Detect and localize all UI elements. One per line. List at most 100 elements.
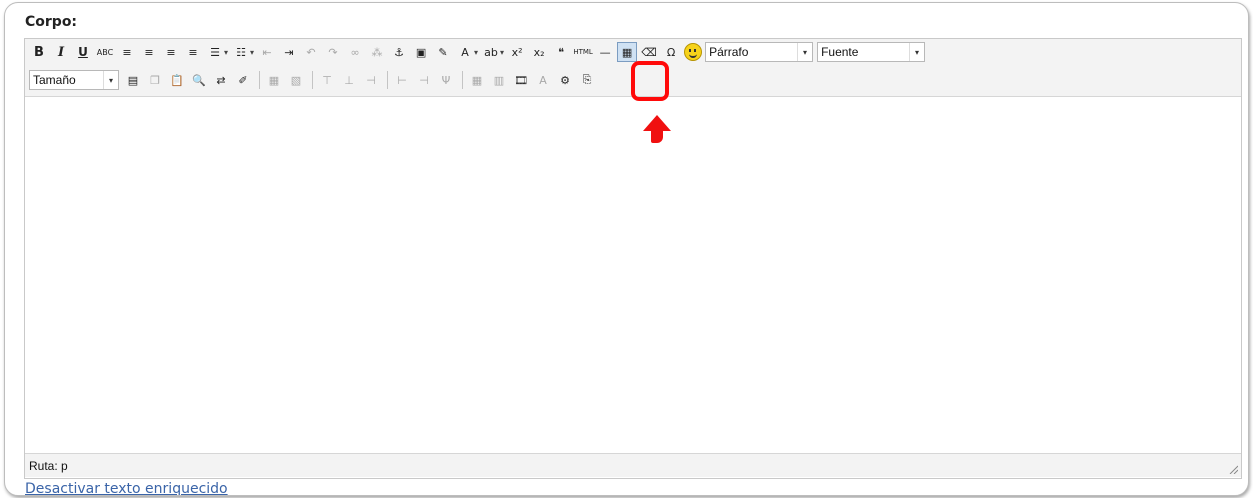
bullet-list-icon: ☰ (210, 45, 220, 59)
align-center-icon: ≡ (144, 45, 154, 59)
align-left-button[interactable]: ≡ (117, 42, 137, 62)
italic-button[interactable]: I (51, 42, 71, 62)
align-right-icon: ≡ (166, 45, 176, 59)
delete-col-icon: Ψ (441, 73, 451, 87)
font-style-button[interactable]: A (533, 70, 553, 90)
outdent-button[interactable]: ⇤ (257, 42, 277, 62)
bold-icon: B (34, 44, 44, 60)
toolbar-separator (387, 71, 388, 89)
align-right-button[interactable]: ≡ (161, 42, 181, 62)
blockquote-button[interactable]: ❝ (551, 42, 571, 62)
find-icon: 🔍 (192, 73, 206, 87)
disable-rich-text-link[interactable]: Desactivar texto enriquecido (25, 481, 228, 495)
redo-button[interactable]: ↷ (323, 42, 343, 62)
format-select[interactable]: Párrafo ▾ (705, 42, 814, 62)
italic-icon: I (57, 44, 65, 60)
toolbar-separator (462, 71, 463, 89)
dropdown-arrow-icon[interactable]: ▾ (474, 48, 478, 57)
attributes-button[interactable]: ⚙ (555, 70, 575, 90)
insert-col-after-icon: ⊣ (419, 73, 429, 87)
redo-icon: ↷ (328, 45, 338, 59)
insert-col-before-button[interactable]: ⊢ (392, 70, 412, 90)
table-button[interactable]: ▤ (123, 70, 143, 90)
font-style-icon: A (539, 73, 547, 87)
dropdown-arrow-icon[interactable]: ▾ (500, 48, 504, 57)
toolbar-separator (312, 71, 313, 89)
align-justify-icon: ≡ (188, 45, 198, 59)
text-color-icon: A (461, 45, 469, 59)
copy-button[interactable]: ❐ (145, 70, 165, 90)
find-button[interactable]: 🔍 (189, 70, 209, 90)
smiley-icon (684, 43, 703, 61)
unlink-button[interactable]: ⁂ (367, 42, 387, 62)
editor-content-area[interactable] (25, 97, 1241, 453)
underline-icon: U (78, 45, 88, 59)
insert-row-before-button[interactable]: ⊤ (317, 70, 337, 90)
replace-button[interactable]: ⇄ (211, 70, 231, 90)
delete-row-button[interactable]: ⊣ (361, 70, 381, 90)
anchor-button[interactable]: ⚓ (389, 42, 409, 62)
split-cells-button[interactable]: ▥ (489, 70, 509, 90)
edit-button[interactable]: ✐ (233, 70, 253, 90)
undo-button[interactable]: ↶ (301, 42, 321, 62)
replace-icon: ⇄ (216, 73, 226, 87)
insert-row-after-icon: ⊥ (344, 73, 354, 87)
chevron-down-icon[interactable]: ▾ (797, 43, 812, 61)
field-label: Corpo: (25, 14, 78, 30)
visual-aid-button[interactable]: ▦ (617, 42, 638, 62)
cell-props-button[interactable]: ▧ (286, 70, 306, 90)
toolbar-row-2: Tamaño ▾ ▤ ❐ 📋 🔍 ⇄ ✐ ▦ ▧ ⊤ ⊥ ⊣ ⊢ ⊣ Ψ ▦ ▥ 🎞 A ⚙ ⎘ (29, 68, 599, 92)
insert-row-after-button[interactable]: ⊥ (339, 70, 359, 90)
text-color-button[interactable]: A (455, 42, 475, 62)
html-button[interactable]: HTML (573, 42, 593, 62)
split-cells-icon: ▥ (493, 73, 505, 87)
numbered-list-button[interactable]: ☷ (231, 42, 251, 62)
cleanup-button[interactable]: ✎ (433, 42, 453, 62)
table-icon: ▤ (127, 73, 139, 87)
visual-aid-icon: ▦ (621, 45, 633, 59)
indent-button[interactable]: ⇥ (279, 42, 299, 62)
image-button[interactable]: ▣ (411, 42, 431, 62)
remove-format-button[interactable]: ⌫ (639, 42, 659, 62)
background-color-button[interactable]: ab (481, 42, 501, 62)
merge-cells-icon: ▦ (471, 73, 483, 87)
font-select-value: Fuente (821, 45, 859, 59)
media-icon: 🎞 (514, 73, 528, 87)
chevron-down-icon[interactable]: ▾ (909, 43, 924, 61)
element-path: Ruta: p (29, 458, 68, 473)
horizontal-rule-button[interactable]: — (595, 42, 615, 62)
paste-word-icon: 📋 (170, 73, 184, 87)
align-justify-button[interactable]: ≡ (183, 42, 203, 62)
dropdown-arrow-icon[interactable]: ▾ (250, 48, 254, 57)
chevron-down-icon[interactable]: ▾ (103, 71, 118, 89)
align-center-button[interactable]: ≡ (139, 42, 159, 62)
page-break-button[interactable]: ⎘ (577, 70, 597, 90)
table-props-button[interactable]: ▦ (264, 70, 284, 90)
insert-row-before-icon: ⊤ (322, 73, 332, 87)
dropdown-arrow-icon[interactable]: ▾ (224, 48, 228, 57)
special-char-button[interactable]: Ω (661, 42, 681, 62)
size-select[interactable]: Tamaño ▾ (29, 70, 119, 90)
numbered-list-icon: ☷ (236, 45, 246, 59)
bullet-list-button[interactable]: ☰ (205, 42, 225, 62)
emoticon-button[interactable] (683, 42, 703, 62)
superscript-button[interactable]: x² (507, 42, 527, 62)
bold-button[interactable]: B (29, 42, 49, 62)
paste-word-button[interactable]: 📋 (167, 70, 187, 90)
page-break-icon: ⎘ (582, 73, 592, 86)
delete-col-button[interactable]: Ψ (436, 70, 456, 90)
link-button[interactable]: ∞ (345, 42, 365, 62)
merge-cells-button[interactable]: ▦ (467, 70, 487, 90)
insert-col-after-button[interactable]: ⊣ (414, 70, 434, 90)
media-button[interactable]: 🎞 (511, 70, 531, 90)
insert-col-before-icon: ⊢ (397, 73, 407, 87)
edit-icon: ✐ (238, 73, 248, 87)
resize-handle-icon[interactable] (1228, 464, 1238, 474)
underline-button[interactable]: U (73, 42, 93, 62)
indent-icon: ⇥ (284, 45, 294, 59)
subscript-button[interactable]: x₂ (529, 42, 549, 62)
font-select[interactable]: Fuente ▾ (817, 42, 926, 62)
strikethrough-button[interactable]: ABC (95, 42, 115, 62)
html-icon: HTML (573, 48, 593, 56)
remove-format-icon: ⌫ (641, 45, 657, 59)
